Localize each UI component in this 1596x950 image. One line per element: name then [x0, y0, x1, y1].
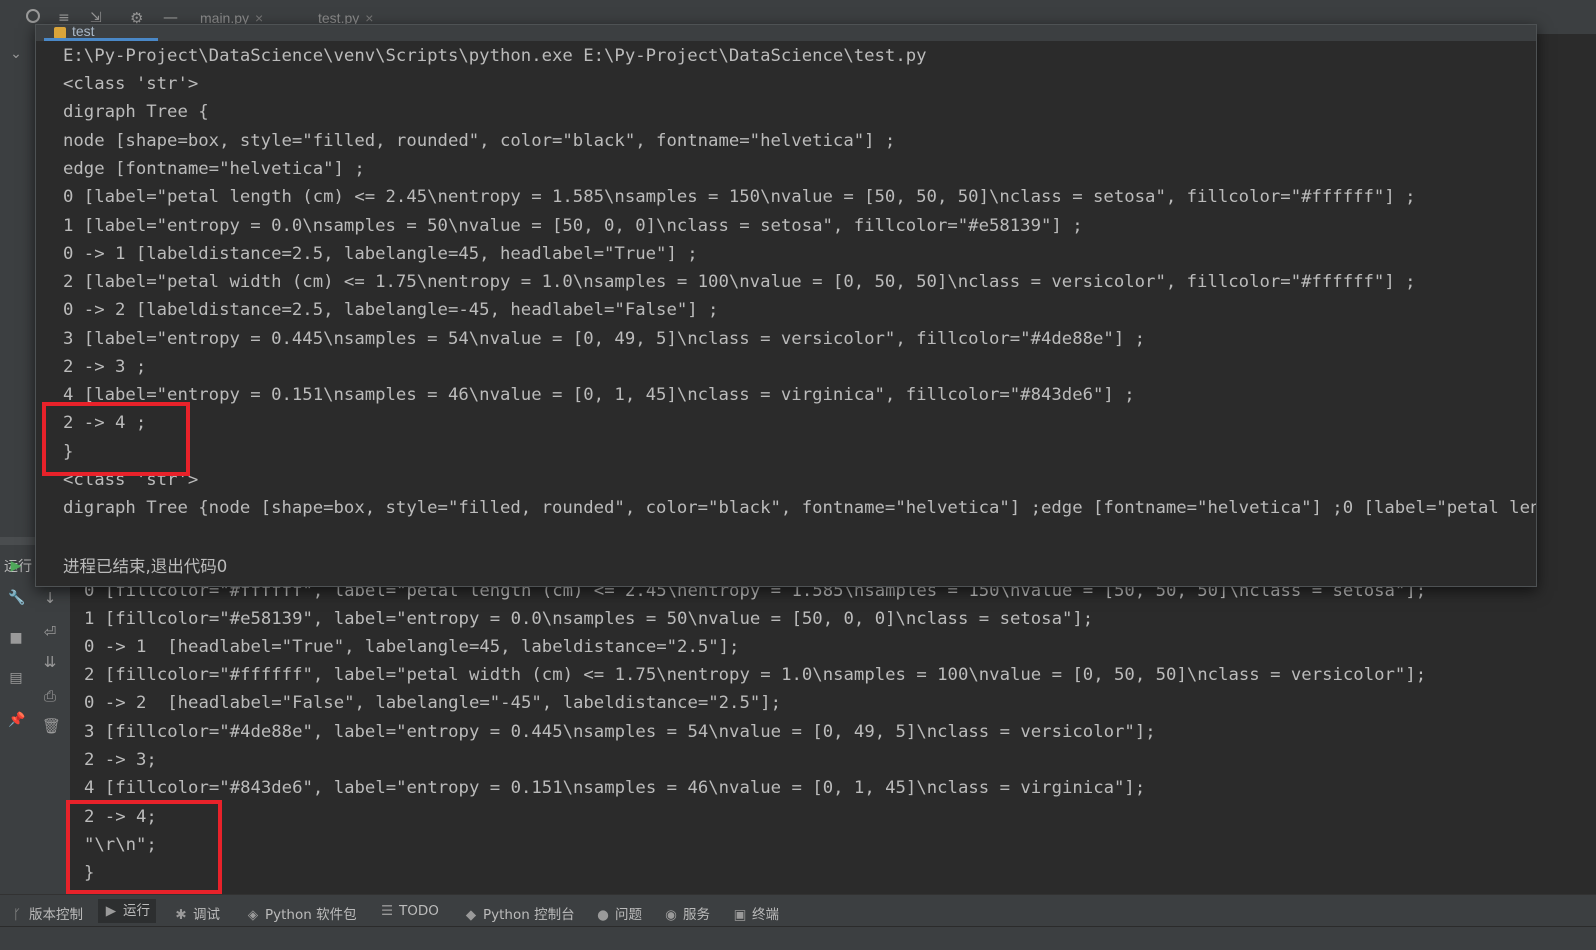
scroll-down-icon[interactable]: ↓	[42, 590, 58, 606]
console-line: 2 [fillcolor="#ffffff", label="petal wid…	[84, 665, 1427, 685]
tool-python-packages[interactable]: ◈ Python 软件包	[246, 903, 357, 923]
tool-label: Python 软件包	[265, 907, 357, 923]
run-icon[interactable]: ▶	[8, 558, 24, 574]
console-line: 0 -> 2 [headlabel="False", labelangle="-…	[84, 693, 782, 713]
list-icon: ☰	[380, 903, 394, 919]
output-line: E:\Py-Project\DataScience\venv\Scripts\p…	[63, 46, 927, 66]
tool-label: 问题	[615, 907, 642, 923]
console-line: 2 -> 3;	[84, 750, 157, 770]
console-line: 1 [fillcolor="#e58139", label="entropy =…	[84, 609, 1094, 629]
output-line: 3 [label="entropy = 0.445\nsamples = 54\…	[63, 329, 1146, 349]
run-icon: ▶	[105, 903, 117, 919]
tool-services[interactable]: ◉ 服务	[664, 903, 710, 923]
output-line: 4 [label="entropy = 0.151\nsamples = 46\…	[63, 385, 1135, 405]
output-line: 1 [label="entropy = 0.0\nsamples = 50\nv…	[63, 216, 1083, 236]
tool-version-control[interactable]: ᚴ 版本控制	[10, 903, 83, 923]
play-circle-icon: ◉	[665, 907, 677, 923]
exit-message: 进程已结束,退出代码0	[63, 557, 228, 576]
tool-debug[interactable]: ✱ 调试	[174, 903, 220, 923]
output-line: edge [fontname="helvetica"] ;	[63, 159, 365, 179]
output-line: digraph Tree {	[63, 102, 209, 122]
scroll-end-icon[interactable]: ⇊	[42, 654, 58, 670]
layers-icon: ◈	[247, 907, 259, 923]
tool-label: 版本控制	[29, 907, 83, 923]
pin-icon[interactable]: 📌	[8, 712, 25, 728]
soft-wrap-icon[interactable]: ⏎	[42, 624, 58, 640]
globe-icon[interactable]	[26, 9, 40, 23]
tab-label: test	[72, 24, 95, 39]
output-line: 0 [label="petal length (cm) <= 2.45\nent…	[63, 187, 1416, 207]
branch-icon: ᚴ	[12, 907, 22, 923]
info-icon: ●	[597, 907, 609, 923]
highlight-box	[66, 800, 222, 894]
tool-run[interactable]: ▶ 运行	[98, 899, 156, 923]
print-icon[interactable]: ⎙	[42, 688, 58, 704]
bottom-console[interactable]: 0 [fillcolor="#ffffff", label="petal len…	[70, 580, 1596, 894]
tool-todo[interactable]: ☰ TODO	[380, 903, 439, 921]
tool-terminal[interactable]: ▣ 终端	[733, 903, 779, 923]
wrench-icon[interactable]: 🔧	[8, 590, 25, 606]
python-icon: ◆	[465, 907, 477, 923]
run-output-popup[interactable]: test E:\Py-Project\DataScience\venv\Scri…	[35, 24, 1537, 587]
chevron-down-icon[interactable]: ⌄	[8, 46, 24, 62]
layout-icon[interactable]: ▤	[8, 670, 24, 686]
tool-label: 服务	[683, 907, 710, 923]
tool-label: 终端	[752, 907, 779, 923]
tool-label: 运行	[123, 903, 150, 919]
output-line: 2 -> 3 ;	[63, 357, 147, 377]
tab-test[interactable]: test	[44, 25, 158, 41]
terminal-icon: ▣	[733, 907, 747, 923]
tool-label: Python 控制台	[483, 907, 575, 923]
stop-icon[interactable]: ■	[8, 630, 24, 646]
tool-window-bar: ᚴ 版本控制 ▶ 运行 ✱ 调试 ◈ Python 软件包 ☰ TODO ◆ Python …	[0, 894, 1596, 927]
tab-underline	[44, 38, 158, 41]
bug-icon: ✱	[175, 907, 187, 923]
tool-python-console[interactable]: ◆ Python 控制台	[464, 903, 575, 923]
highlight-box	[42, 402, 190, 476]
trash-icon[interactable]: 🗑	[42, 718, 61, 734]
output-line: <class 'str'>	[63, 74, 199, 94]
tool-label: 调试	[193, 907, 220, 923]
console-line: 3 [fillcolor="#4de88e", label="entropy =…	[84, 722, 1156, 742]
popup-titlebar: test	[36, 25, 1536, 41]
status-bar	[0, 926, 1596, 950]
output-line: node [shape=box, style="filled, rounded"…	[63, 131, 896, 151]
output-line: 0 -> 2 [labeldistance=2.5, labelangle=-4…	[63, 300, 719, 320]
output-line: 2 [label="petal width (cm) <= 1.75\nentr…	[63, 272, 1416, 292]
console-line: 4 [fillcolor="#843de6", label="entropy =…	[84, 778, 1146, 798]
output-line: 0 -> 1 [labeldistance=2.5, labelangle=45…	[63, 244, 698, 264]
console-line: 0 -> 1 [headlabel="True", labelangle=45,…	[84, 637, 740, 657]
output-line: digraph Tree {node [shape=box, style="fi…	[63, 498, 1536, 518]
tool-label: TODO	[399, 903, 439, 919]
tool-problems[interactable]: ● 问题	[596, 903, 642, 923]
